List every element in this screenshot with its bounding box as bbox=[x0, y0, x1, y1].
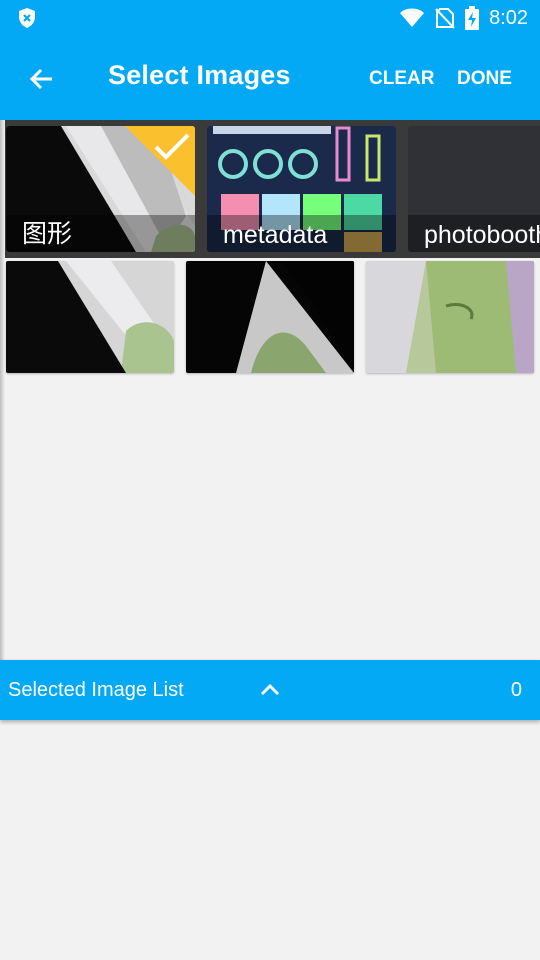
shield-notification-icon bbox=[19, 8, 35, 28]
page-title: Select Images bbox=[108, 60, 291, 90]
selected-image-list-bar[interactable]: Selected Image List 0 bbox=[0, 660, 540, 720]
no-sim-icon bbox=[435, 8, 455, 29]
album-label: photobooth bbox=[424, 221, 540, 249]
back-arrow-icon[interactable] bbox=[26, 63, 58, 95]
app-bar: Select Images CLEAR DONE bbox=[0, 36, 540, 120]
checkmark-icon bbox=[154, 133, 190, 160]
selected-list-label: Selected Image List bbox=[8, 679, 184, 701]
selected-count: 0 bbox=[510, 679, 522, 701]
scroll-edge bbox=[0, 120, 5, 660]
done-button[interactable]: DONE bbox=[457, 68, 512, 90]
album-label: metadata bbox=[223, 221, 328, 249]
image-grid-area: 图形 metadata photobooth bbox=[0, 120, 540, 660]
status-bar: 8:02 bbox=[0, 0, 540, 36]
album-item[interactable]: metadata bbox=[207, 126, 396, 252]
album-row[interactable]: 图形 metadata photobooth bbox=[0, 120, 540, 258]
image-thumbnail[interactable] bbox=[6, 261, 174, 373]
album-item[interactable]: photobooth bbox=[408, 126, 540, 252]
image-thumbnail[interactable] bbox=[186, 261, 354, 373]
image-thumbnail[interactable] bbox=[366, 261, 534, 373]
wifi-icon bbox=[400, 8, 425, 27]
album-label: 图形 bbox=[22, 220, 73, 248]
clear-button[interactable]: CLEAR bbox=[369, 68, 434, 90]
album-item[interactable]: 图形 bbox=[6, 126, 195, 252]
chevron-up-icon[interactable] bbox=[258, 680, 282, 698]
battery-charging-icon bbox=[465, 6, 480, 30]
status-time: 8:02 bbox=[489, 6, 528, 29]
